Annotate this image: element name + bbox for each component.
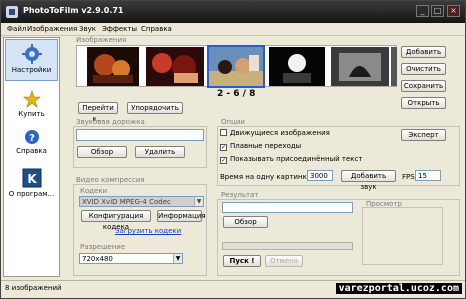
maximize-button[interactable]: □ xyxy=(431,5,444,17)
thumbnail-edge xyxy=(391,47,397,86)
title-bar: PhotoToFilm v2.9.0.71 _ □ × xyxy=(1,1,465,23)
audio-delete-button[interactable]: Удалить xyxy=(135,146,185,158)
sidebar-item-label: О програм... xyxy=(8,190,55,198)
sidebar-item-about[interactable]: K О програм... xyxy=(5,164,58,204)
chevron-down-icon: ▼ xyxy=(173,254,182,263)
result-panel-label: Результат xyxy=(221,191,259,199)
chevron-down-icon: ▼ xyxy=(194,197,203,206)
thumbnail-image[interactable] xyxy=(269,47,325,86)
checkbox-label: Движущиеся изображения xyxy=(230,129,330,137)
minimize-button[interactable]: _ xyxy=(416,5,429,17)
thumbnail-strip[interactable] xyxy=(76,45,397,88)
menu-file[interactable]: Файл xyxy=(7,25,26,33)
result-browse-button[interactable]: Обзор xyxy=(223,216,268,228)
star-icon xyxy=(22,90,41,108)
codecs-label: Кодеки xyxy=(80,187,108,195)
options-panel-label: Опции xyxy=(221,118,245,126)
close-button[interactable]: × xyxy=(447,5,460,17)
image-counter: 2 - 6 / 8 xyxy=(217,89,256,99)
goto-button[interactable]: Перейти к... xyxy=(78,102,118,123)
svg-text:?: ? xyxy=(29,133,35,144)
check-icon: ✓ xyxy=(220,157,227,164)
expert-button[interactable]: Эксперт xyxy=(401,129,446,141)
sidebar-item-buy[interactable]: Купить xyxy=(5,86,58,122)
thumbnail-image[interactable] xyxy=(87,47,139,86)
moving-images-checkbox[interactable]: Движущиеся изображения xyxy=(220,129,330,137)
progress-bar xyxy=(222,242,353,250)
thumbnail-image[interactable] xyxy=(146,47,204,86)
video-panel-label: Видео компрессия xyxy=(76,176,145,184)
codec-select-value: XVID XviD MPEG-4 Codec xyxy=(82,198,171,206)
resolution-label: Разрешение xyxy=(80,243,126,251)
codec-info-button[interactable]: Информация xyxy=(157,210,206,222)
checkbox-box xyxy=(220,129,227,136)
sidebar-item-label: Купить xyxy=(18,110,45,118)
thumbnail-image[interactable] xyxy=(331,47,389,86)
menu-help[interactable]: Справка xyxy=(141,25,172,33)
fps-label: FPS xyxy=(402,173,415,181)
help-icon: ? xyxy=(24,130,39,144)
menu-sound[interactable]: Звук xyxy=(79,25,96,33)
preview-box xyxy=(362,207,443,265)
sidebar-item-label: Настройки xyxy=(11,66,52,74)
app-window: PhotoToFilm v2.9.0.71 _ □ × Файл Изображ… xyxy=(0,0,466,299)
save-button[interactable]: Сохранить xyxy=(401,80,446,92)
menu-images[interactable]: Изображения xyxy=(27,25,77,33)
sidebar-item-help[interactable]: ? Справка xyxy=(5,125,58,161)
menu-effects[interactable]: Эффекты xyxy=(102,25,137,33)
codec-config-button[interactable]: Конфигурация кодека xyxy=(81,210,151,231)
thumbnail-image-selected[interactable] xyxy=(207,45,265,88)
open-button[interactable]: Открыть xyxy=(401,97,446,109)
status-bar: 8 изображений varezportal.ucoz.com xyxy=(1,280,465,298)
resolution-select-value: 720x480 xyxy=(82,255,113,263)
watermark: varezportal.ucoz.com xyxy=(335,283,462,294)
audio-panel-label: Звуковая дорожка xyxy=(76,118,145,126)
audio-path-field[interactable] xyxy=(76,129,204,141)
cancel-button: Отмена xyxy=(265,255,303,267)
start-button[interactable]: Пуск ! xyxy=(223,255,261,267)
app-icon xyxy=(6,6,18,18)
status-text: 8 изображений xyxy=(5,284,62,292)
smooth-transitions-checkbox[interactable]: ✓ Плавные переходы xyxy=(220,142,301,151)
time-input[interactable]: 3000 xyxy=(307,170,333,181)
show-text-checkbox[interactable]: ✓ Показывать присоединённый текст xyxy=(220,155,362,164)
result-path-field[interactable] xyxy=(222,202,353,213)
sidebar-item-label: Справка xyxy=(16,147,47,155)
add-button[interactable]: Добавить xyxy=(401,46,446,58)
menu-bar: Файл Изображения Звук Эффекты Справка xyxy=(1,23,465,36)
sidebar: Настройки Купить ? Справка K О програм..… xyxy=(3,37,60,277)
about-icon: K xyxy=(22,168,41,188)
sidebar-item-settings[interactable]: Настройки xyxy=(5,39,58,81)
images-panel-label: Изображения xyxy=(76,36,127,44)
add-sound-button[interactable]: Добавить звук xyxy=(341,170,396,191)
audio-browse-button[interactable]: Обзор xyxy=(77,146,127,158)
sort-button[interactable]: Упорядочить xyxy=(127,102,183,114)
codec-select[interactable]: XVID XviD MPEG-4 Codec ▼ xyxy=(79,196,204,207)
resolution-select[interactable]: 720x480 ▼ xyxy=(79,253,183,264)
fps-input[interactable]: 15 xyxy=(415,170,441,181)
download-codecs-link[interactable]: Загрузить кодеки xyxy=(115,227,181,235)
check-icon: ✓ xyxy=(220,144,227,151)
checkbox-label: Показывать присоединённый текст xyxy=(230,155,363,163)
window-title: PhotoToFilm v2.9.0.71 xyxy=(23,6,124,15)
clear-button[interactable]: Очистить xyxy=(401,63,446,75)
svg-text:K: K xyxy=(27,172,37,186)
gear-icon xyxy=(21,44,42,64)
checkbox-label: Плавные переходы xyxy=(230,142,302,150)
